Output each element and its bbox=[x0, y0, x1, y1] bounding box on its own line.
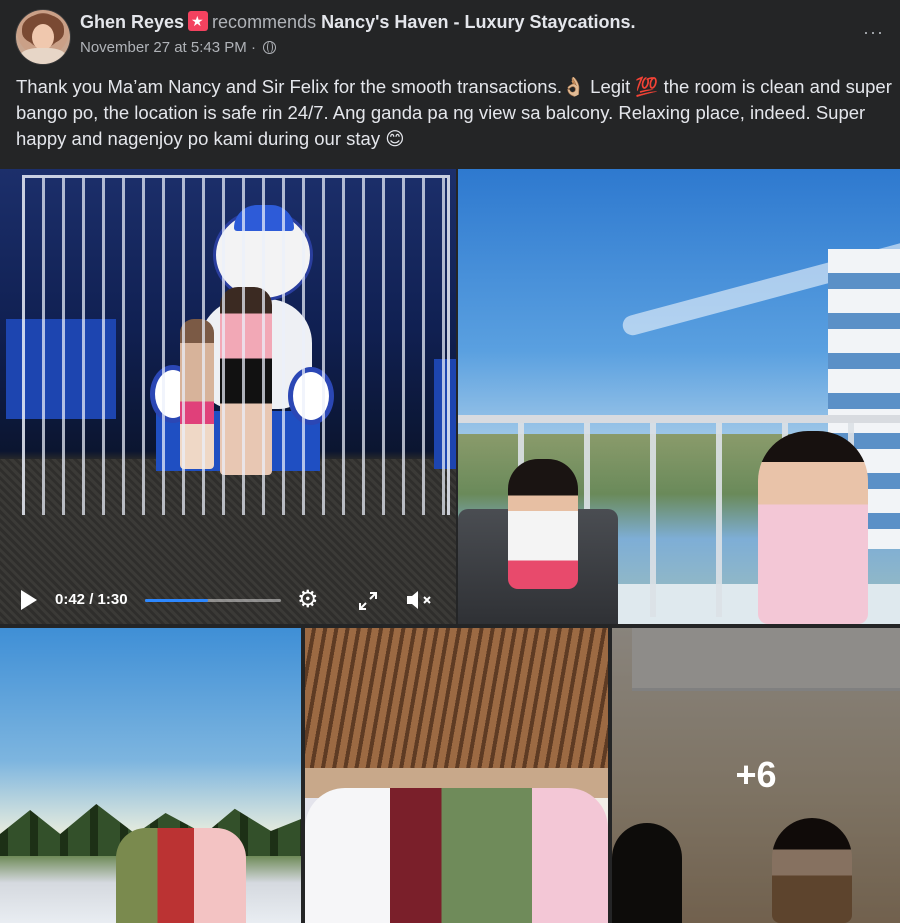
post-timestamp[interactable]: November 27 at 5:43 PM bbox=[80, 39, 247, 56]
more-photos-count[interactable]: +6 bbox=[612, 754, 900, 796]
photo-bedroom-group[interactable] bbox=[305, 628, 608, 923]
post-caption: Thank you Ma’am Nancy and Sir Felix for … bbox=[16, 76, 892, 149]
facebook-post: Ghen Reyes recommends Nancy's Haven - Lux… bbox=[0, 0, 900, 923]
photo-room-more[interactable]: +6 bbox=[612, 628, 900, 923]
author-avatar[interactable] bbox=[16, 10, 70, 64]
meta-separator: · bbox=[250, 39, 256, 56]
post-meta: November 27 at 5:43 PM · bbox=[80, 39, 277, 56]
photo-poolside[interactable] bbox=[0, 628, 301, 923]
post-header: Ghen Reyes recommends Nancy's Haven - Lux… bbox=[0, 0, 900, 70]
play-icon[interactable] bbox=[21, 590, 37, 610]
globe-icon bbox=[263, 41, 277, 54]
video-controls: 0:42 / 1:30 ⚙ bbox=[0, 574, 456, 624]
page-name-link[interactable]: Nancy's Haven - Luxury Staycations. bbox=[321, 12, 635, 32]
author-name[interactable]: Ghen Reyes bbox=[80, 12, 184, 32]
media-grid: 0:42 / 1:30 ⚙ +6 bbox=[0, 169, 900, 923]
photo-balcony[interactable] bbox=[458, 169, 900, 624]
recommend-star-icon bbox=[188, 11, 209, 31]
volume-muted-icon[interactable] bbox=[405, 589, 435, 611]
recommends-label: recommends bbox=[212, 12, 317, 32]
gear-icon[interactable]: ⚙ bbox=[297, 587, 323, 613]
video-progress-bar[interactable] bbox=[145, 599, 281, 602]
more-options-icon[interactable]: ··· bbox=[863, 22, 884, 43]
fullscreen-icon[interactable] bbox=[358, 591, 378, 611]
video-time: 0:42 / 1:30 bbox=[55, 591, 128, 608]
post-title-line: Ghen Reyes recommends Nancy's Haven - Lux… bbox=[80, 11, 636, 33]
video-player[interactable]: 0:42 / 1:30 ⚙ bbox=[0, 169, 456, 624]
video-progress-fill bbox=[145, 599, 209, 602]
